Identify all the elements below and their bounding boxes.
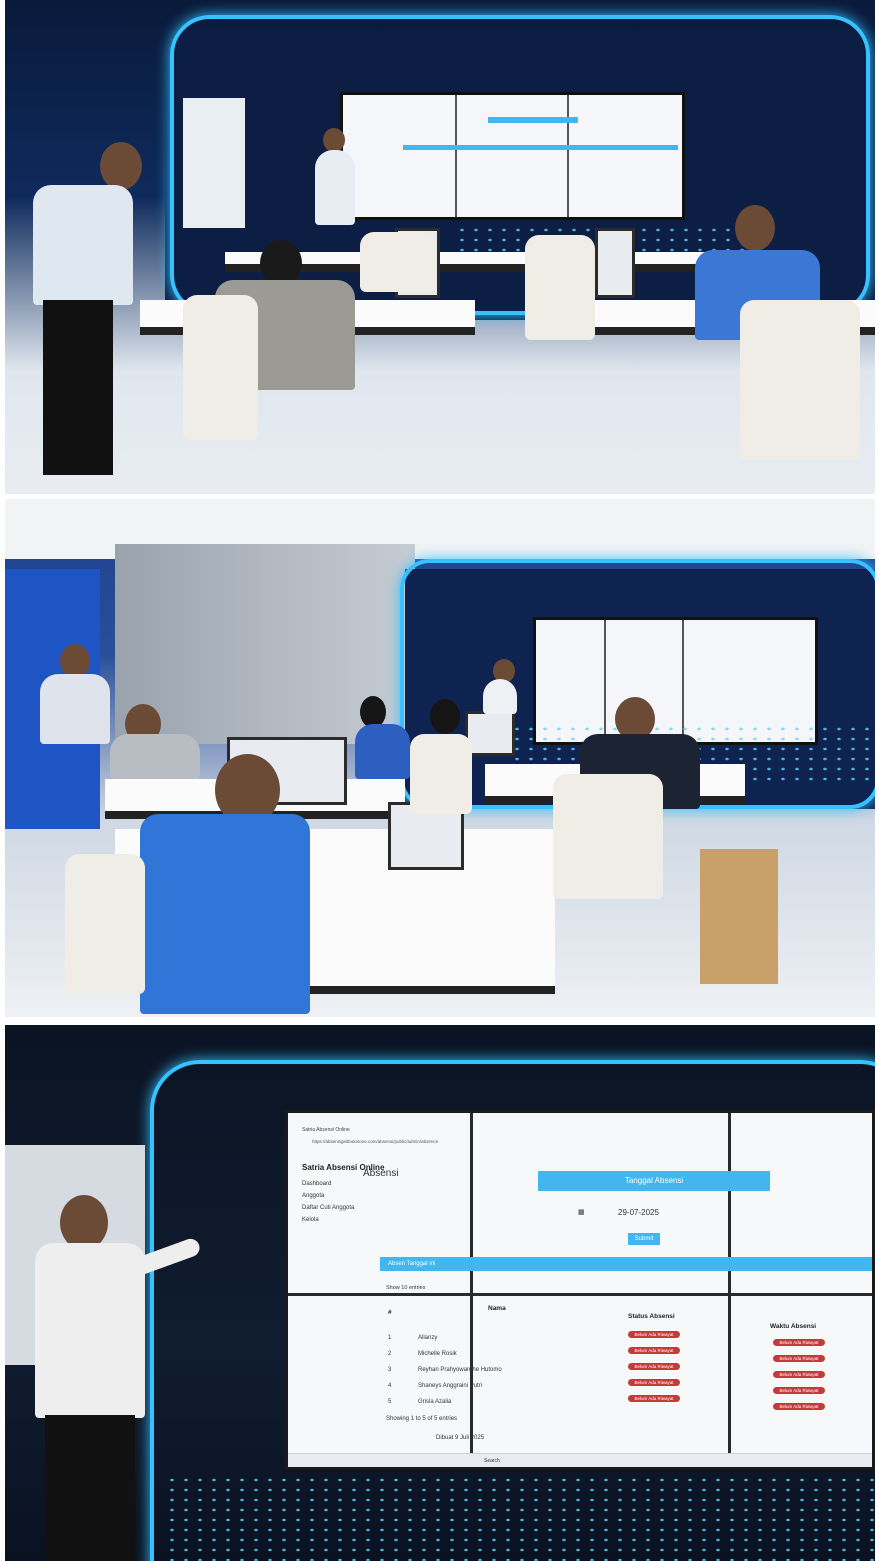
person-head xyxy=(60,644,90,678)
person-trousers xyxy=(43,300,113,475)
sidebar-item-anggota[interactable]: Anggota xyxy=(302,1193,324,1199)
table-row-num: 1 xyxy=(388,1335,392,1341)
table-row-name: Allanzy xyxy=(418,1335,438,1341)
time-badge: Belum Ada Riwayat xyxy=(773,1371,825,1378)
table-row-name: Grisla Azalia xyxy=(418,1399,452,1405)
chair xyxy=(65,854,145,994)
sidebar-item-cuti[interactable]: Daftar Cuti Anggota xyxy=(302,1205,354,1211)
table-row-num: 2 xyxy=(388,1351,392,1357)
status-badge: Belum Ada Riwayat xyxy=(628,1379,680,1386)
status-badge: Belum Ada Riwayat xyxy=(628,1363,680,1370)
person xyxy=(110,734,200,779)
submit-button[interactable]: Submit xyxy=(628,1233,660,1245)
person-head xyxy=(100,142,142,190)
date-input[interactable]: 29-07-2025 xyxy=(618,1208,659,1217)
chair xyxy=(525,235,595,340)
col-header-waktu[interactable]: Waktu Absensi xyxy=(770,1323,816,1330)
sidebar-item-kelola[interactable]: Kelola xyxy=(302,1217,319,1223)
chair xyxy=(740,300,860,460)
calendar-icon[interactable]: ▦ xyxy=(578,1208,585,1216)
chair xyxy=(553,774,663,899)
photo-panel-2 xyxy=(5,499,875,1017)
person-head xyxy=(323,128,345,152)
monitor xyxy=(465,711,515,756)
time-badge: Belum Ada Riwayat xyxy=(773,1403,825,1410)
table-row-num: 3 xyxy=(388,1367,392,1373)
col-header-num[interactable]: # xyxy=(388,1309,392,1316)
photo-panel-1 xyxy=(5,0,875,494)
col-header-status[interactable]: Status Absensi xyxy=(628,1313,675,1320)
chair xyxy=(183,295,258,440)
person xyxy=(315,150,355,225)
sidebar-item-dashboard[interactable]: Dashboard xyxy=(302,1181,331,1187)
status-badge: Belum Ada Riwayat xyxy=(628,1395,680,1402)
led-dots xyxy=(165,1475,875,1561)
url-bar[interactable]: https://absensigeitbuketone.com/absensi/… xyxy=(312,1139,438,1144)
section-band: Absen Tanggal ini xyxy=(380,1257,872,1271)
table-row-num: 5 xyxy=(388,1399,392,1405)
status-badge: Belum Ada Riwayat xyxy=(628,1331,680,1338)
person xyxy=(483,679,517,714)
person xyxy=(40,674,110,744)
monitor xyxy=(595,228,635,298)
video-wall-screen: Satria Absensi Online https://absensigei… xyxy=(285,1110,875,1470)
show-entries[interactable]: Show 10 entries xyxy=(386,1285,425,1291)
chair xyxy=(360,232,435,292)
page-footer: Dibuat 9 Juli 2025 xyxy=(436,1435,485,1441)
person xyxy=(355,724,410,779)
table-footer: Showing 1 to 5 of 5 entries xyxy=(386,1416,458,1422)
person-head xyxy=(430,699,460,734)
person-trousers xyxy=(45,1415,135,1561)
photo-panel-3: Satria Absensi Online https://absensigei… xyxy=(5,1025,875,1561)
table-row-name: Michelle Rosik xyxy=(418,1351,457,1357)
status-badge: Belum Ada Riwayat xyxy=(628,1347,680,1354)
person xyxy=(140,814,310,1014)
taskbar-search[interactable]: Search xyxy=(484,1458,500,1464)
taskbar xyxy=(288,1453,872,1467)
browser-tab[interactable]: Satria Absensi Online xyxy=(302,1127,350,1133)
date-heading: Tanggal Absensi xyxy=(538,1171,770,1191)
time-badge: Belum Ada Riwayat xyxy=(773,1355,825,1362)
table-row-name: Shaneys Anggraini Putri xyxy=(418,1383,483,1389)
table-row-name: Reyhan Prahyowardhe Hutomo xyxy=(418,1367,502,1373)
page-title: Absensi xyxy=(363,1168,399,1179)
cardboard-box xyxy=(700,849,778,984)
time-badge: Belum Ada Riwayat xyxy=(773,1339,825,1346)
chair xyxy=(410,734,472,814)
whiteboard xyxy=(183,98,245,228)
video-wall xyxy=(340,92,685,220)
time-badge: Belum Ada Riwayat xyxy=(773,1387,825,1394)
person-head xyxy=(60,1195,108,1250)
col-header-nama[interactable]: Nama xyxy=(488,1305,506,1312)
person xyxy=(33,185,133,305)
table-row-num: 4 xyxy=(388,1383,392,1389)
person-head xyxy=(735,205,775,251)
